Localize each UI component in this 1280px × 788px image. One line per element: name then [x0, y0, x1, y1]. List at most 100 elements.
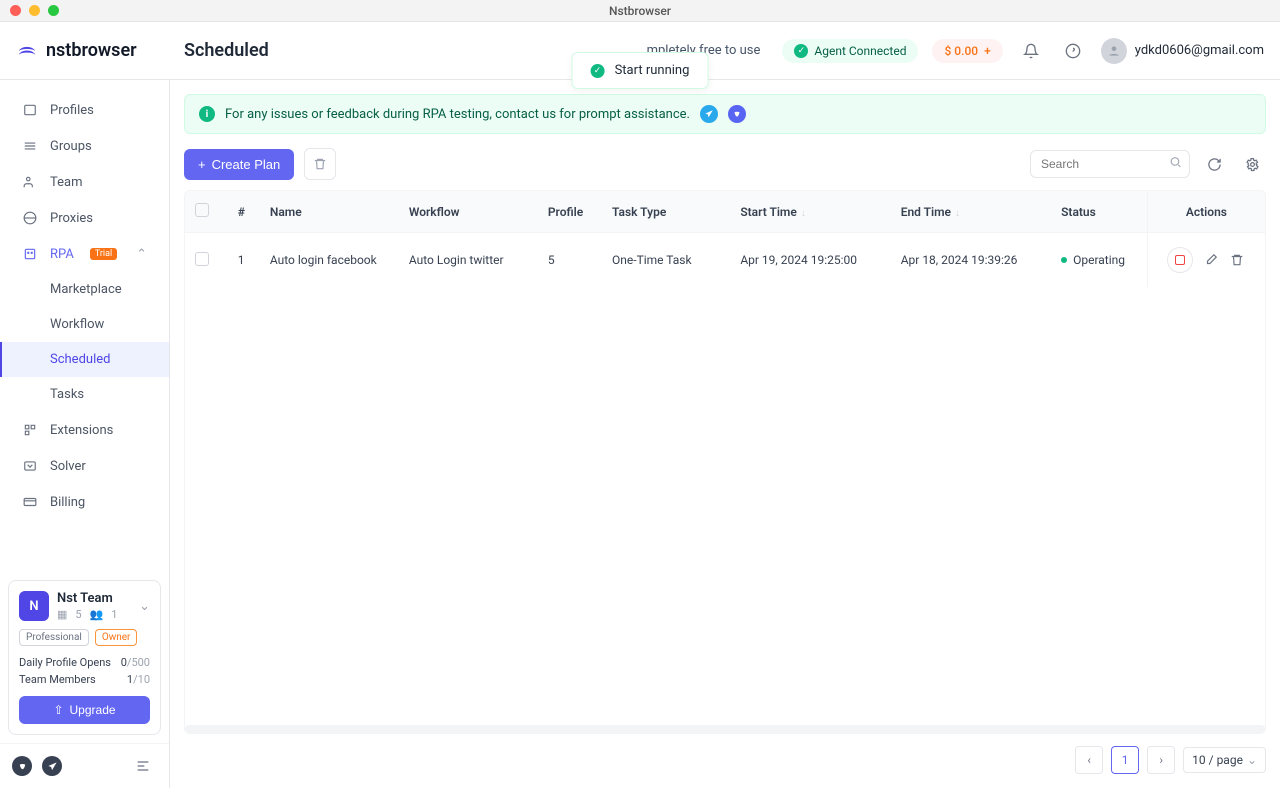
toast-notification: ✓ Start running [572, 52, 709, 89]
search-input[interactable] [1030, 150, 1190, 178]
bell-icon[interactable] [1017, 37, 1045, 65]
col-name: Name [260, 191, 399, 233]
sidebar-item-team[interactable]: Team [0, 164, 169, 200]
team-name: Nst Team [57, 591, 131, 606]
bulk-delete-button[interactable] [304, 148, 336, 180]
sidebar-item-label: Solver [50, 459, 86, 474]
minimize-window-button[interactable] [29, 5, 40, 16]
logo-area: nstbrowser [16, 40, 170, 62]
proxies-icon [22, 210, 38, 226]
table-row: 1 Auto login facebook Auto Login twitter… [185, 233, 1265, 288]
help-icon[interactable] [1059, 37, 1087, 65]
sidebar-item-label: Proxies [50, 211, 93, 226]
page-number-button[interactable]: 1 [1111, 746, 1139, 774]
cell-workflow: Auto Login twitter [399, 233, 538, 288]
team-card: N Nst Team ▦5 👥1 ⌄ Professional Owner Da… [8, 580, 161, 735]
col-actions: Actions [1147, 191, 1265, 233]
col-task-type: Task Type [602, 191, 730, 233]
cell-end-time: Apr 18, 2024 19:39:26 [891, 233, 1051, 288]
sidebar-item-extensions[interactable]: Extensions [0, 412, 169, 448]
sidebar-item-profiles[interactable]: Profiles [0, 92, 169, 128]
telegram-icon[interactable] [700, 105, 718, 123]
telegram-icon[interactable] [42, 756, 62, 776]
rocket-icon: ⇧ [53, 703, 63, 717]
sidebar-item-label: Profiles [50, 103, 94, 118]
col-end-time[interactable]: End Time↓ [891, 191, 1051, 233]
horizontal-scrollbar[interactable] [185, 725, 1265, 733]
check-icon: ✓ [591, 64, 605, 78]
cell-name: Auto login facebook [260, 233, 399, 288]
sidebar-item-proxies[interactable]: Proxies [0, 200, 169, 236]
col-profile: Profile [538, 191, 602, 233]
sidebar-item-label: Groups [50, 139, 92, 154]
info-icon: i [199, 106, 215, 122]
col-index: # [228, 191, 260, 233]
solver-icon [22, 458, 38, 474]
upgrade-button[interactable]: ⇧ Upgrade [19, 696, 150, 724]
select-all-checkbox[interactable] [195, 203, 209, 217]
topbar: nstbrowser Scheduled mpletely free to us… [0, 22, 1280, 80]
delete-button[interactable] [1229, 252, 1245, 268]
cell-index: 1 [228, 233, 260, 288]
sort-icon: ↓ [801, 208, 806, 219]
avatar [1101, 38, 1127, 64]
brand-logo-icon [16, 40, 38, 62]
user-menu[interactable]: ydkd0606@gmail.com [1101, 38, 1264, 64]
brand-name: nstbrowser [46, 40, 137, 61]
plans-table: # Name Workflow Profile Task Type Start … [185, 191, 1265, 287]
stop-button[interactable] [1167, 247, 1193, 273]
sidebar-footer [0, 743, 169, 788]
user-email: ydkd0606@gmail.com [1135, 43, 1264, 58]
edit-button[interactable] [1203, 252, 1219, 268]
team-avatar: N [19, 591, 49, 621]
chevron-down-icon[interactable]: ⌄ [139, 599, 150, 614]
refresh-button[interactable] [1200, 150, 1228, 178]
info-banner: i For any issues or feedback during RPA … [184, 94, 1266, 134]
status-dot-icon [1061, 257, 1067, 263]
sidebar-item-label: Scheduled [50, 352, 110, 367]
create-plan-button[interactable]: + Create Plan [184, 149, 294, 180]
sidebar-item-label: Tasks [50, 387, 84, 402]
next-page-button[interactable]: › [1147, 746, 1175, 774]
discord-icon[interactable] [728, 105, 746, 123]
close-window-button[interactable] [10, 5, 21, 16]
people-icon: 👥 [90, 608, 104, 621]
settings-button[interactable] [1238, 150, 1266, 178]
rpa-icon [22, 246, 38, 262]
toast-text: Start running [615, 63, 690, 78]
sidebar-item-solver[interactable]: Solver [0, 448, 169, 484]
search-icon [1169, 156, 1182, 173]
page-size-select[interactable]: 10 / page ⌄ [1183, 747, 1266, 773]
sidebar-item-tasks[interactable]: Tasks [0, 377, 169, 412]
nav: Profiles Groups Team Proxies RPA Trial ⌃ [0, 80, 169, 572]
stop-icon [1175, 255, 1185, 265]
sidebar-item-marketplace[interactable]: Marketplace [0, 272, 169, 307]
page-title: Scheduled [184, 40, 269, 61]
row-checkbox[interactable] [195, 252, 209, 266]
team-icon [22, 174, 38, 190]
prev-page-button[interactable]: ‹ [1075, 746, 1103, 774]
sidebar-item-billing[interactable]: Billing [0, 484, 169, 520]
cell-start-time: Apr 19, 2024 19:25:00 [730, 233, 890, 288]
titlebar: Nstbrowser [0, 0, 1280, 22]
col-start-time[interactable]: Start Time↓ [730, 191, 890, 233]
sidebar-item-scheduled[interactable]: Scheduled [0, 342, 169, 377]
balance-pill[interactable]: $ 0.00 + [932, 39, 1002, 63]
table-wrap: # Name Workflow Profile Task Type Start … [184, 190, 1266, 734]
traffic-lights [10, 5, 59, 16]
sidebar-item-label: Billing [50, 495, 85, 510]
maximize-window-button[interactable] [48, 5, 59, 16]
professional-badge: Professional [19, 629, 89, 646]
trial-badge: Trial [90, 248, 117, 260]
discord-icon[interactable] [12, 756, 32, 776]
sidebar-item-label: Team [50, 175, 83, 190]
status-cell: Operating [1061, 253, 1137, 267]
sidebar-item-rpa[interactable]: RPA Trial ⌃ [0, 236, 169, 272]
window-title: Nstbrowser [609, 4, 671, 18]
collapse-sidebar-button[interactable] [129, 752, 157, 780]
search-box [1030, 150, 1190, 178]
status-text: Operating [1073, 253, 1125, 267]
toolbar: + Create Plan [184, 148, 1266, 180]
sidebar-item-groups[interactable]: Groups [0, 128, 169, 164]
sidebar-item-workflow[interactable]: Workflow [0, 307, 169, 342]
